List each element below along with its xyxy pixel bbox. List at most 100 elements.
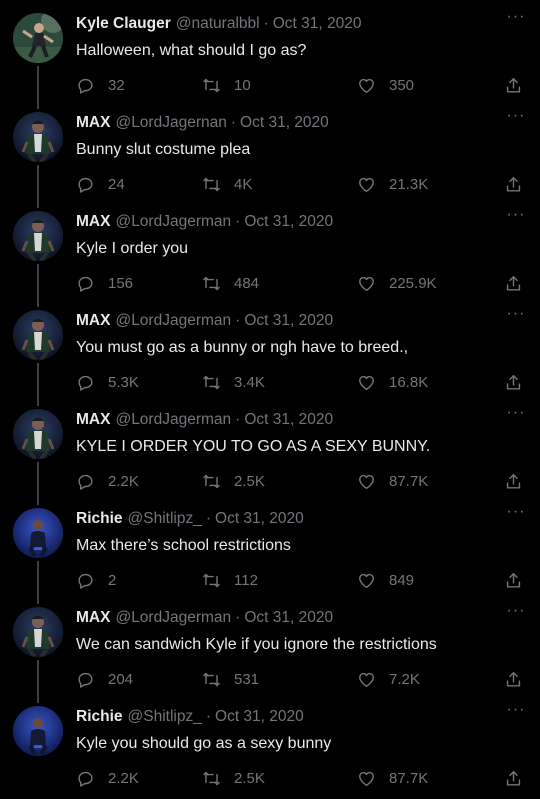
tweet-actions: 156 484 225.9K <box>76 272 526 294</box>
header-separator: · <box>235 312 241 329</box>
like-button[interactable]: 21.3K <box>357 173 428 195</box>
retweet-icon <box>203 375 220 389</box>
tweet-date[interactable]: Oct 31, 2020 <box>244 411 333 429</box>
share-icon <box>506 176 521 192</box>
more-icon[interactable]: ··· <box>506 603 526 622</box>
like-button[interactable]: 849 <box>357 569 414 591</box>
display-name[interactable]: MAX <box>76 609 110 627</box>
more-icon[interactable]: ··· <box>506 9 526 28</box>
display-name[interactable]: MAX <box>76 411 110 429</box>
user-handle[interactable]: @LordJagerman <box>115 411 231 429</box>
like-button[interactable]: 87.7K <box>357 470 428 492</box>
display-name[interactable]: MAX <box>76 213 110 231</box>
tweet[interactable]: MAX @LordJagerman · Oct 31, 2020 ··· KYL… <box>0 396 540 495</box>
tweet[interactable]: MAX @LordJagernan · Oct 31, 2020 ··· Bun… <box>0 99 540 198</box>
display-name[interactable]: MAX <box>76 312 110 330</box>
share-button[interactable] <box>504 371 523 393</box>
tweet-date[interactable]: Oct 31, 2020 <box>244 312 333 330</box>
display-name[interactable]: Kyle Clauger <box>76 15 171 33</box>
share-button[interactable] <box>504 74 523 96</box>
tweet-header: MAX @LordJagernan · Oct 31, 2020 <box>76 114 329 134</box>
user-handle[interactable]: @LordJagernan <box>115 114 226 132</box>
avatar[interactable] <box>13 508 63 558</box>
display-name[interactable]: Richie <box>76 708 123 726</box>
tweet-date[interactable]: Oct 31, 2020 <box>244 609 333 627</box>
more-icon[interactable]: ··· <box>506 108 526 127</box>
tweet-header: MAX @LordJagerman · Oct 31, 2020 <box>76 411 333 431</box>
share-icon <box>506 77 521 93</box>
like-button[interactable]: 225.9K <box>357 272 437 294</box>
reply-button[interactable]: 24 <box>76 173 125 195</box>
avatar[interactable] <box>13 13 63 63</box>
share-button[interactable] <box>504 470 523 492</box>
like-count: 16.8K <box>389 373 429 391</box>
user-handle[interactable]: @LordJagerman <box>115 213 231 231</box>
user-handle[interactable]: @naturalbbl <box>176 15 260 33</box>
reply-button[interactable]: 5.3K <box>76 371 139 393</box>
reply-button[interactable]: 2.2K <box>76 767 139 789</box>
share-icon <box>506 671 521 687</box>
retweet-button[interactable]: 3.4K <box>202 371 265 393</box>
reply-button[interactable]: 32 <box>76 74 125 96</box>
tweet-text: Halloween, what should I go as? <box>76 42 307 59</box>
display-name[interactable]: MAX <box>76 114 110 132</box>
avatar[interactable] <box>13 607 63 657</box>
tweet[interactable]: Kyle Clauger @naturalbbl · Oct 31, 2020 … <box>0 0 540 99</box>
more-icon[interactable]: ··· <box>506 702 526 721</box>
reply-count: 2.2K <box>108 472 139 490</box>
more-icon[interactable]: ··· <box>506 207 526 226</box>
reply-icon <box>78 672 93 688</box>
share-button[interactable] <box>504 668 523 690</box>
tweet[interactable]: MAX @LordJagerman · Oct 31, 2020 ··· You… <box>0 297 540 396</box>
like-icon <box>359 276 374 291</box>
more-icon[interactable]: ··· <box>506 504 526 523</box>
share-button[interactable] <box>504 767 523 789</box>
reply-icon <box>78 375 93 391</box>
retweet-button[interactable]: 10 <box>202 74 251 96</box>
like-button[interactable]: 87.7K <box>357 767 428 789</box>
like-button[interactable]: 16.8K <box>357 371 428 393</box>
tweet-date[interactable]: Oct 31, 2020 <box>215 510 304 528</box>
reply-button[interactable]: 2 <box>76 569 116 591</box>
avatar[interactable] <box>13 706 63 756</box>
avatar[interactable] <box>13 409 63 459</box>
retweet-count: 531 <box>234 670 260 688</box>
retweet-button[interactable]: 2.5K <box>202 767 265 789</box>
retweet-button[interactable]: 531 <box>202 668 259 690</box>
reply-icon <box>78 573 93 589</box>
user-handle[interactable]: @LordJagerman <box>115 609 231 627</box>
avatar[interactable] <box>13 211 63 261</box>
retweet-button[interactable]: 2.5K <box>202 470 265 492</box>
tweet[interactable]: Richie @Shitlipz_ · Oct 31, 2020 ··· Kyl… <box>0 693 540 792</box>
reply-button[interactable]: 2.2K <box>76 470 139 492</box>
share-button[interactable] <box>504 569 523 591</box>
like-button[interactable]: 7.2K <box>357 668 420 690</box>
tweet[interactable]: MAX @LordJagerman · Oct 31, 2020 ··· We … <box>0 594 540 693</box>
retweet-button[interactable]: 4K <box>202 173 252 195</box>
tweet-date[interactable]: Oct 31, 2020 <box>240 114 329 132</box>
user-handle[interactable]: @LordJagerman <box>115 312 231 330</box>
share-button[interactable] <box>504 173 523 195</box>
avatar[interactable] <box>13 112 63 162</box>
tweet-date[interactable]: Oct 31, 2020 <box>244 213 333 231</box>
user-handle[interactable]: @Shitlipz_ <box>128 708 202 726</box>
header-separator: · <box>205 510 212 527</box>
tweet-date[interactable]: Oct 31, 2020 <box>273 15 362 33</box>
reply-button[interactable]: 156 <box>76 272 133 294</box>
reply-button[interactable]: 204 <box>76 668 133 690</box>
more-icon[interactable]: ··· <box>506 306 526 325</box>
like-button[interactable]: 350 <box>357 74 414 96</box>
tweet[interactable]: Richie @Shitlipz_ · Oct 31, 2020 ··· Max… <box>0 495 540 594</box>
thread-connector <box>37 165 39 208</box>
retweet-button[interactable]: 484 <box>202 272 259 294</box>
tweet-date[interactable]: Oct 31, 2020 <box>215 708 304 726</box>
tweet[interactable]: MAX @LordJagerman · Oct 31, 2020 ··· Kyl… <box>0 198 540 297</box>
display-name[interactable]: Richie <box>76 510 123 528</box>
reply-icon <box>78 78 93 94</box>
header-separator: · <box>205 708 212 725</box>
share-button[interactable] <box>504 272 523 294</box>
user-handle[interactable]: @Shitlipz_ <box>128 510 202 528</box>
avatar[interactable] <box>13 310 63 360</box>
retweet-button[interactable]: 112 <box>202 569 258 591</box>
more-icon[interactable]: ··· <box>506 405 526 424</box>
